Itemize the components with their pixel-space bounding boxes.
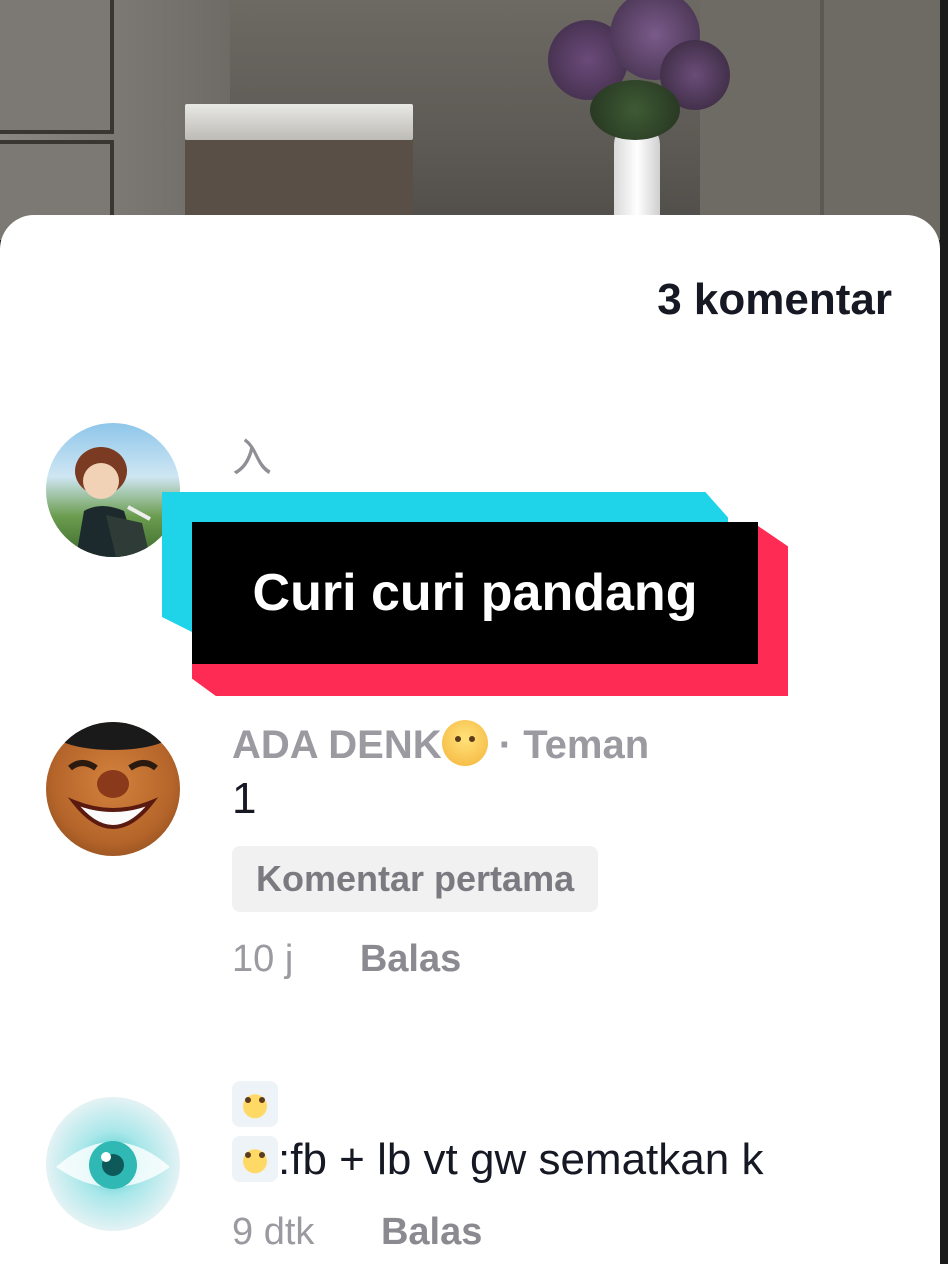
comment-item[interactable]: ADA DENK · Teman 1 Komentar pertama 10 j… xyxy=(0,720,940,1020)
eye-avatar-icon xyxy=(56,1141,170,1189)
video-background xyxy=(0,0,948,240)
squinting-tongue-emoji-icon xyxy=(441,720,488,766)
comments-sheet: 3 komentar 入 A... xyxy=(0,215,940,1264)
caption-sticker: Curi curi pandang xyxy=(162,492,788,696)
comment-time: 9 dtk xyxy=(232,1211,315,1253)
wall-frame xyxy=(0,0,114,134)
anime-character-avatar-icon xyxy=(75,447,151,557)
caption-text: Curi curi pandang xyxy=(252,564,698,622)
comment-time: 10 j xyxy=(232,938,294,980)
avatar[interactable] xyxy=(46,423,180,557)
comment-meta: 10 j Balas xyxy=(232,938,940,981)
avatar[interactable] xyxy=(46,1097,180,1231)
leaves xyxy=(590,80,680,140)
avatar[interactable] xyxy=(46,722,180,856)
reply-button[interactable]: Balas xyxy=(360,938,461,980)
caption-box: Curi curi pandang xyxy=(192,522,758,664)
username-text: ADA DENK xyxy=(232,723,442,767)
comment-meta: 9 dtk Balas xyxy=(232,1211,940,1254)
friend-label: · Teman xyxy=(498,723,650,767)
comment-text: :fb + lb vt gw sematkan k xyxy=(232,1135,940,1185)
wood-wall xyxy=(700,0,948,240)
username[interactable]: ADA DENK · Teman xyxy=(232,720,940,768)
first-comment-badge: Komentar pertama xyxy=(232,846,599,912)
username[interactable]: 入 xyxy=(232,425,940,483)
comment-text-content: :fb + lb vt gw sematkan k xyxy=(278,1135,764,1184)
cloud-face-emoji-icon xyxy=(232,1136,278,1182)
comment-text: 1 xyxy=(232,774,257,823)
laughing-face-avatar-icon xyxy=(53,722,173,829)
reply-button[interactable]: Balas xyxy=(381,1211,482,1253)
comments-count-title: 3 komentar xyxy=(657,275,892,324)
cloud-face-emoji-icon xyxy=(232,1081,278,1127)
screen-edge xyxy=(940,0,948,1264)
shelf xyxy=(185,104,413,140)
username[interactable] xyxy=(232,1081,940,1129)
comment-item[interactable]: :fb + lb vt gw sematkan k 9 dtk Balas xyxy=(0,1081,940,1264)
